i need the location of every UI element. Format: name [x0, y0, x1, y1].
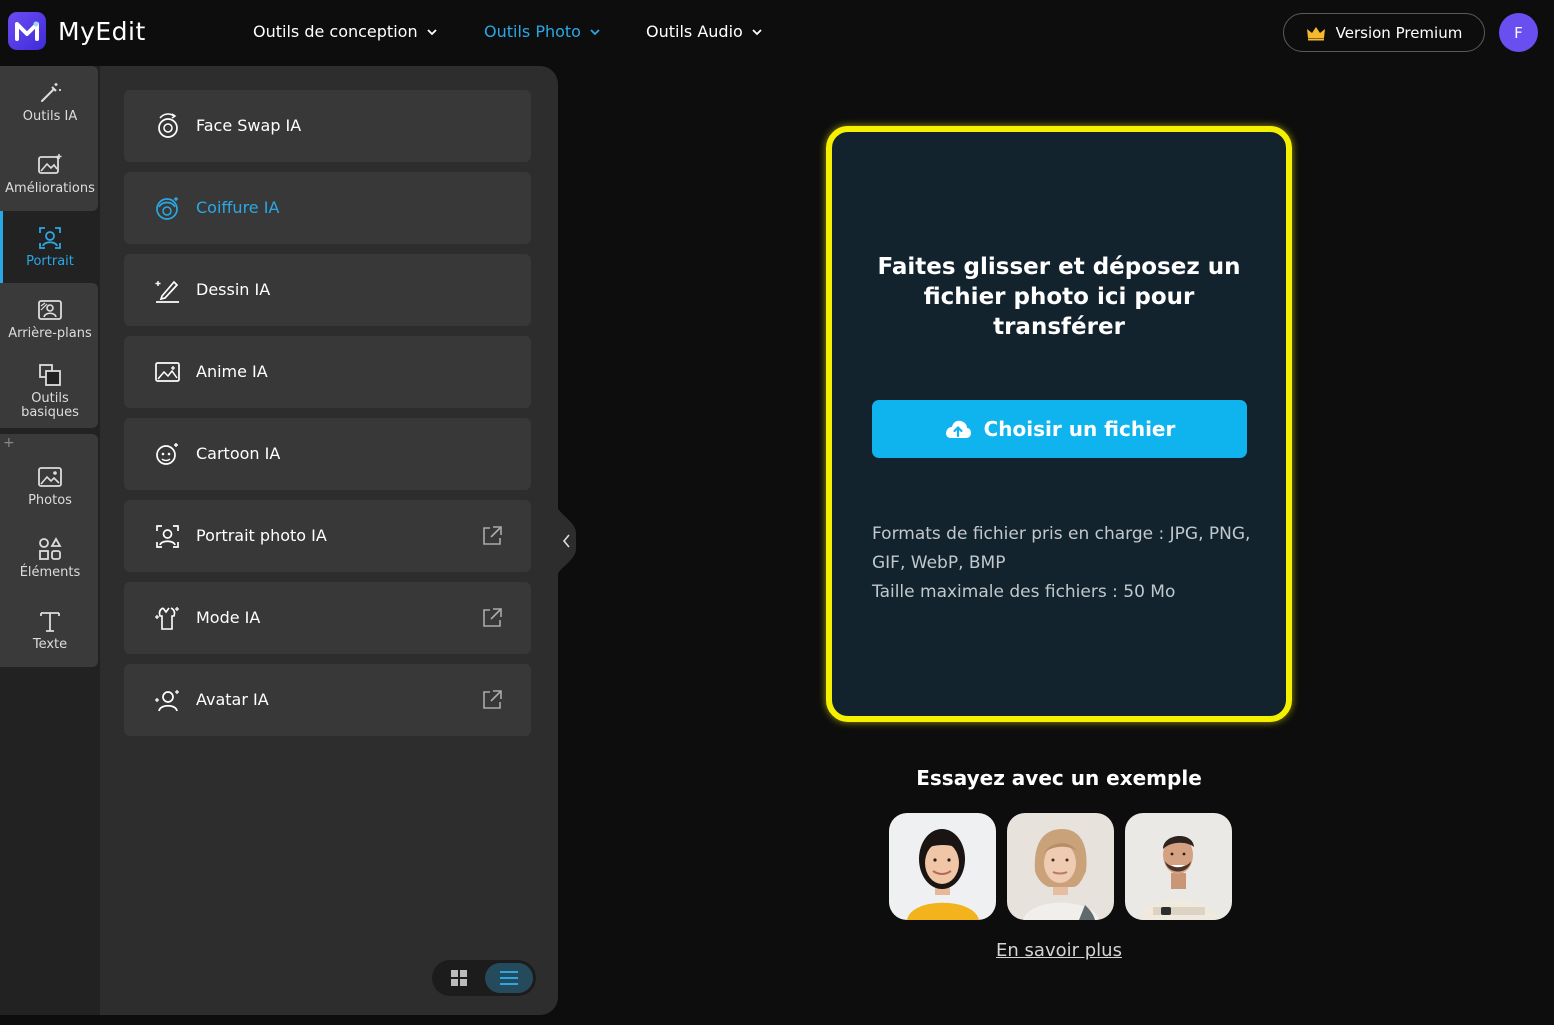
choose-file-label: Choisir un fichier: [983, 417, 1176, 441]
premium-label: Version Premium: [1335, 23, 1463, 42]
tool-avatar[interactable]: Avatar IA: [124, 664, 531, 736]
top-header: MyEdit Outils de conception Outils Photo…: [0, 0, 1554, 66]
nav-design-tools[interactable]: Outils de conception: [253, 22, 438, 41]
tool-label: Mode IA: [196, 608, 261, 627]
portrait-photo-icon: [156, 525, 179, 548]
category-rail: Outils IA Améliorations Portrait Arrière…: [0, 66, 100, 1015]
chevron-down-icon: [590, 28, 600, 35]
tool-face-swap[interactable]: Face Swap IA: [124, 90, 531, 162]
learn-more-link[interactable]: En savoir plus: [826, 940, 1292, 961]
tool-label: Cartoon IA: [196, 444, 281, 463]
rail-item-elements[interactable]: Éléments: [0, 536, 100, 580]
add-icon[interactable]: +: [3, 435, 15, 451]
drawing-icon: [155, 280, 179, 303]
shapes-icon: [39, 537, 62, 560]
active-indicator: [0, 211, 3, 283]
collapse-panel-button[interactable]: [556, 503, 578, 579]
background-icon: [38, 300, 62, 320]
grid-icon: [451, 970, 467, 986]
tool-label: Anime IA: [196, 362, 268, 381]
nav-label: Outils Photo: [484, 22, 581, 41]
list-icon: [500, 971, 518, 985]
cartoon-icon: [156, 443, 178, 465]
formats-text: Formats de fichier pris en charge : JPG,…: [872, 524, 1251, 573]
rail-label: Améliorations: [5, 181, 95, 196]
tool-portrait-photo[interactable]: Portrait photo IA: [124, 500, 531, 572]
rail-label: Outils IA: [22, 109, 78, 124]
logo-text[interactable]: MyEdit: [58, 17, 146, 46]
dropzone-title: Faites glisser et déposez un fichier pho…: [877, 254, 1241, 340]
rail-item-portrait[interactable]: Portrait: [0, 211, 100, 283]
choose-file-button[interactable]: Choisir un fichier: [872, 400, 1247, 458]
rail-item-basic-tools[interactable]: Outils basiques: [0, 362, 100, 420]
upload-dropzone[interactable]: Faites glisser et déposez un fichier pho…: [826, 126, 1292, 722]
chevron-down-icon: [752, 28, 762, 35]
tool-anime[interactable]: Anime IA: [124, 336, 531, 408]
tool-drawing[interactable]: Dessin IA: [124, 254, 531, 326]
tool-label: Coiffure IA: [196, 198, 280, 217]
nav-audio-tools[interactable]: Outils Audio: [646, 22, 763, 41]
crown-icon: [1306, 26, 1325, 40]
text-icon: [40, 612, 60, 632]
grid-view-button[interactable]: [444, 967, 474, 989]
supported-formats: Formats de fichier pris en charge : JPG,…: [872, 520, 1252, 607]
magic-wand-icon: [41, 83, 61, 102]
tool-label: Portrait photo IA: [196, 526, 327, 545]
image-sparkle-icon: [38, 154, 62, 174]
photo-icon: [38, 467, 62, 487]
external-link-icon[interactable]: [481, 689, 503, 711]
tool-fashion[interactable]: Mode IA: [124, 582, 531, 654]
example-photo-1[interactable]: [889, 813, 996, 920]
portrait-icon: [39, 227, 61, 249]
rail-label: Éléments: [19, 565, 81, 580]
sample-portrait-image: [889, 813, 996, 920]
external-link-icon[interactable]: [481, 525, 503, 547]
rail-label: Outils basiques: [21, 391, 79, 420]
sample-portrait-image: [1125, 813, 1232, 920]
avatar-icon: [155, 690, 179, 712]
tool-label: Avatar IA: [196, 690, 269, 709]
hairstyle-icon: [156, 197, 178, 220]
nav-label: Outils Audio: [646, 22, 743, 41]
tool-label: Face Swap IA: [196, 116, 302, 135]
user-avatar[interactable]: F: [1499, 13, 1538, 52]
tool-hairstyle[interactable]: Coiffure IA: [124, 172, 531, 244]
tool-cartoon[interactable]: Cartoon IA: [124, 418, 531, 490]
anime-icon: [155, 362, 180, 382]
view-toggle: [432, 960, 536, 996]
example-photo-2[interactable]: [1007, 813, 1114, 920]
rail-label: Texte: [32, 637, 68, 652]
sample-portrait-image: [1007, 813, 1114, 920]
rail-label: Arrière-plans: [8, 326, 92, 341]
max-size-text: Taille maximale des fichiers : 50 Mo: [872, 582, 1176, 602]
rail-item-photos[interactable]: Photos: [0, 464, 100, 508]
rail-item-ai-tools[interactable]: Outils IA: [0, 80, 100, 124]
rail-label: Portrait: [26, 254, 74, 269]
nav-photo-tools[interactable]: Outils Photo: [484, 22, 601, 41]
try-example-title: Essayez avec un exemple: [916, 766, 1202, 790]
crop-icon: [39, 364, 61, 386]
fashion-icon: [155, 607, 179, 630]
cloud-upload-icon: [945, 420, 971, 438]
chevron-down-icon: [426, 28, 437, 35]
face-swap-icon: [158, 113, 178, 138]
rail-item-text[interactable]: Texte: [0, 608, 100, 652]
list-view-button[interactable]: [485, 963, 533, 993]
nav-label: Outils de conception: [253, 22, 418, 41]
rail-item-backgrounds[interactable]: Arrière-plans: [0, 297, 100, 341]
myedit-logo-icon[interactable]: [8, 12, 46, 50]
example-photo-3[interactable]: [1125, 813, 1232, 920]
rail-label: Photos: [28, 493, 72, 508]
external-link-icon[interactable]: [481, 607, 503, 629]
premium-button[interactable]: Version Premium: [1283, 13, 1485, 52]
tools-panel: Outils IA Améliorations Portrait Arrière…: [0, 66, 558, 1015]
rail-item-enhancements[interactable]: Améliorations: [0, 152, 100, 196]
tool-label: Dessin IA: [196, 280, 271, 299]
